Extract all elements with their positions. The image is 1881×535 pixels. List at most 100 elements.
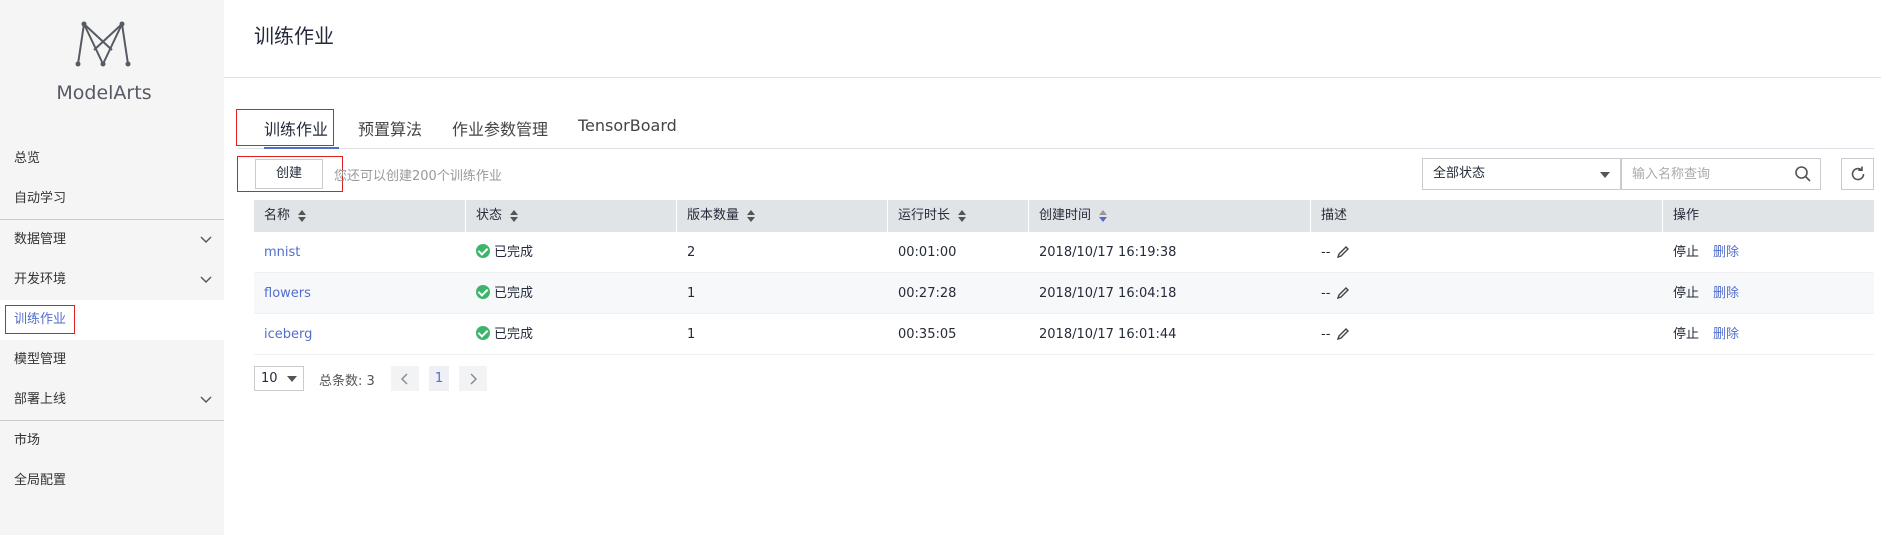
stop-action[interactable]: 停止 bbox=[1673, 245, 1699, 260]
delete-action[interactable]: 删除 bbox=[1713, 327, 1739, 342]
sidebar-item-deployment[interactable]: 部署上线 bbox=[0, 380, 224, 420]
version-count: 1 bbox=[687, 327, 696, 342]
description-text: -- bbox=[1321, 327, 1331, 342]
success-icon bbox=[476, 244, 490, 258]
sidebar-item-label: 部署上线 bbox=[14, 392, 67, 407]
status-text: 已完成 bbox=[494, 286, 534, 301]
table-row: iceberg 已完成 1 00:35:05 2018/10/17 16:01:… bbox=[254, 314, 1874, 355]
column-header-operations: 操作 bbox=[1673, 208, 1700, 223]
created-time: 2018/10/17 16:19:38 bbox=[1039, 245, 1177, 260]
modelarts-logo-icon bbox=[75, 21, 131, 67]
success-icon bbox=[476, 326, 490, 340]
sidebar-item-training-jobs[interactable]: 训练作业 bbox=[0, 300, 224, 340]
column-header-label: 创建时间 bbox=[1039, 208, 1092, 223]
chevron-right-icon bbox=[470, 373, 477, 384]
edit-icon[interactable] bbox=[1336, 245, 1350, 259]
sort-icon bbox=[298, 209, 307, 222]
sidebar-item-label: 总览 bbox=[14, 151, 41, 166]
column-header-status[interactable]: 状态 bbox=[466, 200, 519, 232]
tab-preset-algorithms[interactable]: 预置算法 bbox=[358, 116, 422, 140]
table-header: 名称 状态 版本数量 运行时长 创建时间 描述 操作 bbox=[254, 200, 1874, 232]
page-number-current[interactable]: 1 bbox=[429, 366, 449, 391]
job-name-link[interactable]: mnist bbox=[264, 245, 300, 260]
column-header-duration[interactable]: 运行时长 bbox=[888, 200, 967, 232]
delete-action[interactable]: 删除 bbox=[1713, 245, 1739, 260]
created-time: 2018/10/17 16:01:44 bbox=[1039, 327, 1177, 342]
chevron-down-icon bbox=[200, 220, 212, 260]
refresh-button[interactable] bbox=[1841, 158, 1874, 190]
sidebar-item-model-management[interactable]: 模型管理 bbox=[0, 340, 224, 380]
sidebar-item-auto-learning[interactable]: 自动学习 bbox=[0, 179, 224, 219]
tab-job-parameters[interactable]: 作业参数管理 bbox=[452, 116, 548, 140]
page-title: 训练作业 bbox=[254, 24, 334, 48]
sidebar-item-label: 数据管理 bbox=[14, 232, 67, 247]
run-duration: 00:01:00 bbox=[898, 245, 957, 260]
total-count: 总条数: 3 bbox=[319, 374, 375, 389]
quota-hint: 您还可以创建200个训练作业 bbox=[334, 169, 502, 184]
sort-icon bbox=[510, 209, 519, 222]
sidebar-item-label: 自动学习 bbox=[14, 191, 67, 206]
status-text: 已完成 bbox=[494, 245, 534, 260]
edit-icon[interactable] bbox=[1336, 327, 1350, 341]
search-box bbox=[1621, 158, 1821, 190]
column-header-created[interactable]: 创建时间 bbox=[1029, 200, 1108, 232]
logo: ModelArts bbox=[0, 0, 224, 125]
app-name: ModelArts bbox=[56, 82, 152, 104]
stop-action[interactable]: 停止 bbox=[1673, 286, 1699, 301]
sidebar: ModelArts 总览 自动学习 数据管理 开发环境 训练作业 模型管理 部署… bbox=[0, 0, 224, 535]
column-header-name[interactable]: 名称 bbox=[254, 200, 307, 232]
training-jobs-table: 名称 状态 版本数量 运行时长 创建时间 描述 操作 mnist 已完成 2 0… bbox=[254, 200, 1874, 355]
sidebar-item-label: 开发环境 bbox=[14, 272, 67, 287]
stop-action[interactable]: 停止 bbox=[1673, 327, 1699, 342]
caret-down-icon bbox=[287, 376, 297, 382]
run-duration: 00:35:05 bbox=[898, 327, 957, 342]
sidebar-item-label: 训练作业 bbox=[4, 305, 76, 334]
active-tab-indicator bbox=[264, 147, 339, 149]
run-duration: 00:27:28 bbox=[898, 286, 957, 301]
pagination: 10 总条数: 3 1 bbox=[254, 366, 654, 392]
status-text: 已完成 bbox=[494, 327, 534, 342]
sidebar-item-global-config[interactable]: 全局配置 bbox=[0, 461, 224, 501]
tab-bar: 训练作业 预置算法 作业参数管理 TensorBoard bbox=[238, 110, 1874, 149]
tab-tensorboard[interactable]: TensorBoard bbox=[578, 116, 677, 135]
highlight-box bbox=[236, 109, 334, 146]
sidebar-item-overview[interactable]: 总览 bbox=[0, 139, 224, 179]
search-icon[interactable] bbox=[1794, 165, 1812, 183]
sort-icon bbox=[958, 209, 967, 222]
search-input[interactable] bbox=[1622, 159, 1782, 189]
table-row: mnist 已完成 2 00:01:00 2018/10/17 16:19:38… bbox=[254, 232, 1874, 273]
edit-icon[interactable] bbox=[1336, 286, 1350, 300]
chevron-down-icon bbox=[200, 260, 212, 300]
description-text: -- bbox=[1321, 245, 1331, 260]
column-header-label: 名称 bbox=[264, 208, 291, 223]
table-row: flowers 已完成 1 00:27:28 2018/10/17 16:04:… bbox=[254, 273, 1874, 314]
job-name-link[interactable]: iceberg bbox=[264, 327, 312, 342]
sidebar-item-market[interactable]: 市场 bbox=[0, 421, 224, 461]
description-text: -- bbox=[1321, 286, 1331, 301]
page-header: 训练作业 bbox=[224, 0, 1881, 78]
column-header-versions[interactable]: 版本数量 bbox=[677, 200, 756, 232]
chevron-down-icon bbox=[200, 380, 212, 420]
chevron-left-icon bbox=[401, 373, 408, 384]
sidebar-item-data-management[interactable]: 数据管理 bbox=[0, 220, 224, 260]
column-header-description: 描述 bbox=[1321, 208, 1348, 223]
page-size-select[interactable]: 10 bbox=[254, 366, 304, 391]
sidebar-item-label: 全局配置 bbox=[14, 473, 67, 488]
highlight-box bbox=[237, 156, 343, 192]
sidebar-item-label: 市场 bbox=[14, 433, 41, 448]
prev-page-button[interactable] bbox=[391, 366, 419, 391]
column-header-label: 状态 bbox=[476, 208, 503, 223]
status-filter-select[interactable]: 全部状态 bbox=[1422, 158, 1621, 190]
delete-action[interactable]: 删除 bbox=[1713, 286, 1739, 301]
next-page-button[interactable] bbox=[459, 366, 487, 391]
sidebar-nav: 总览 自动学习 数据管理 开发环境 训练作业 模型管理 部署上线 市场 全局配置 bbox=[0, 139, 224, 501]
sidebar-item-label: 模型管理 bbox=[14, 352, 67, 367]
job-name-link[interactable]: flowers bbox=[264, 286, 311, 301]
page-size-value: 10 bbox=[261, 371, 278, 386]
refresh-icon bbox=[1851, 166, 1864, 181]
version-count: 2 bbox=[687, 245, 696, 260]
sidebar-item-dev-environment[interactable]: 开发环境 bbox=[0, 260, 224, 300]
success-icon bbox=[476, 285, 490, 299]
version-count: 1 bbox=[687, 286, 696, 301]
status-filter-value: 全部状态 bbox=[1433, 166, 1486, 181]
